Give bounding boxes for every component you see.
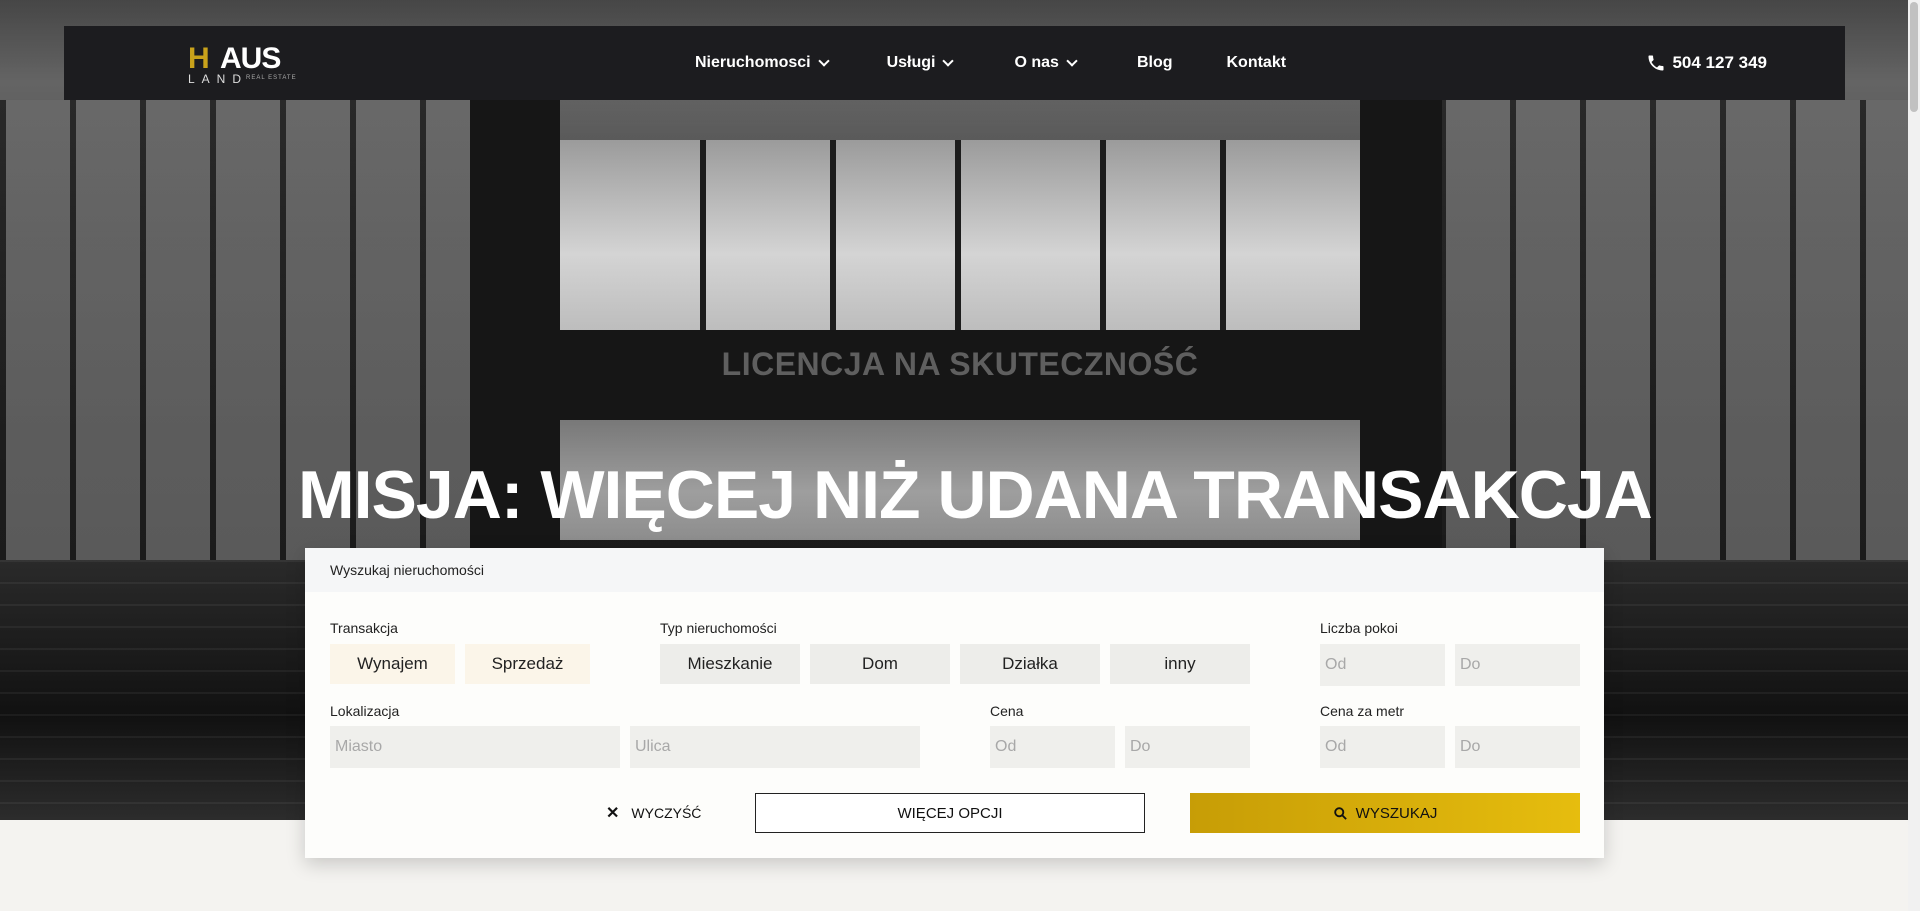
menu-item-o-nas[interactable]: O nas — [1014, 54, 1078, 72]
property-type-plot[interactable]: Działka — [960, 644, 1100, 684]
menu-item-label: Kontakt — [1226, 54, 1287, 71]
mullion — [955, 140, 961, 330]
property-type-other[interactable]: inny — [1110, 644, 1250, 684]
property-type-apartment[interactable]: Mieszkanie — [660, 644, 800, 684]
clear-button[interactable]: ✕ WYCZYŚĆ — [606, 803, 701, 823]
phone-link[interactable]: 504 127 349 — [1646, 26, 1767, 100]
scrollbar-thumb[interactable] — [1910, 2, 1918, 112]
phone-number: 504 127 349 — [1672, 53, 1767, 72]
search-icon — [1333, 806, 1347, 820]
property-type-label: Typ nieruchomości — [660, 620, 777, 636]
main-menu: Nieruchomosci Usługi O nas Blog Kontakt — [695, 26, 1286, 100]
hero-headline: MISJA: WIĘCEJ NIŻ UDANA TRANSAKCJA — [298, 457, 1653, 533]
rooms-label: Liczba pokoi — [1320, 620, 1398, 636]
price-label: Cena — [990, 703, 1024, 719]
transaction-option-rent[interactable]: Wynajem — [330, 644, 455, 684]
chevron-down-icon — [942, 55, 955, 67]
phone-icon — [1648, 55, 1664, 71]
search-panel-header: Wyszukaj nieruchomości — [305, 548, 1604, 592]
top-navigation: H AUS LAND REAL ESTATE Nieruchomosci Usł… — [64, 26, 1845, 100]
site-logo[interactable]: H AUS LAND REAL ESTATE — [188, 42, 298, 86]
page-scrollbar[interactable] — [1908, 0, 1920, 911]
mullion — [700, 140, 706, 330]
hero-sign-text: LICENCJA NA SKUTECZNOŚĆ — [721, 346, 1199, 382]
search-label: WYSZUKAJ — [1355, 804, 1438, 822]
search-panel-title: Wyszukaj nieruchomości — [330, 562, 484, 578]
mullion — [830, 140, 836, 330]
street-input[interactable] — [630, 726, 920, 768]
mullion — [1100, 140, 1106, 330]
logo-mark: H — [188, 42, 210, 75]
price-from-input[interactable] — [990, 726, 1115, 768]
transaction-option-sale[interactable]: Sprzedaż — [465, 644, 590, 684]
property-type-house[interactable]: Dom — [810, 644, 950, 684]
menu-item-blog[interactable]: Blog — [1137, 54, 1173, 72]
close-icon: ✕ — [606, 805, 620, 822]
search-button[interactable]: WYSZUKAJ — [1190, 793, 1580, 833]
menu-item-nieruchomosci[interactable]: Nieruchomosci — [695, 54, 830, 72]
menu-item-uslugi[interactable]: Usługi — [886, 54, 955, 72]
menu-item-label: O nas — [1014, 54, 1059, 71]
logo-tagline: REAL ESTATE — [246, 75, 297, 81]
menu-item-label: Nieruchomosci — [695, 54, 811, 71]
city-input[interactable] — [330, 726, 620, 768]
price-per-meter-to-input[interactable] — [1455, 726, 1580, 768]
clear-label: WYCZYŚĆ — [631, 805, 702, 821]
rooms-to-input[interactable] — [1455, 644, 1580, 686]
chevron-down-icon — [817, 55, 830, 67]
price-to-input[interactable] — [1125, 726, 1250, 768]
price-per-meter-from-input[interactable] — [1320, 726, 1445, 768]
transaction-label: Transakcja — [330, 620, 398, 636]
logo-land: LAND — [188, 72, 249, 86]
more-options-button[interactable]: WIĘCEJ OPCJI — [755, 793, 1145, 833]
search-panel: Wyszukaj nieruchomości Transakcja Wynaje… — [305, 548, 1604, 858]
chevron-down-icon — [1066, 55, 1078, 67]
rooms-from-input[interactable] — [1320, 644, 1445, 686]
menu-item-label: Blog — [1136, 54, 1173, 71]
price-per-meter-label: Cena za metr — [1320, 703, 1405, 719]
location-label: Lokalizacja — [330, 703, 400, 719]
menu-item-kontakt[interactable]: Kontakt — [1227, 54, 1287, 72]
menu-item-label: Usługi — [886, 54, 936, 71]
logo-word: AUS — [220, 42, 281, 75]
mullion — [1220, 140, 1226, 330]
